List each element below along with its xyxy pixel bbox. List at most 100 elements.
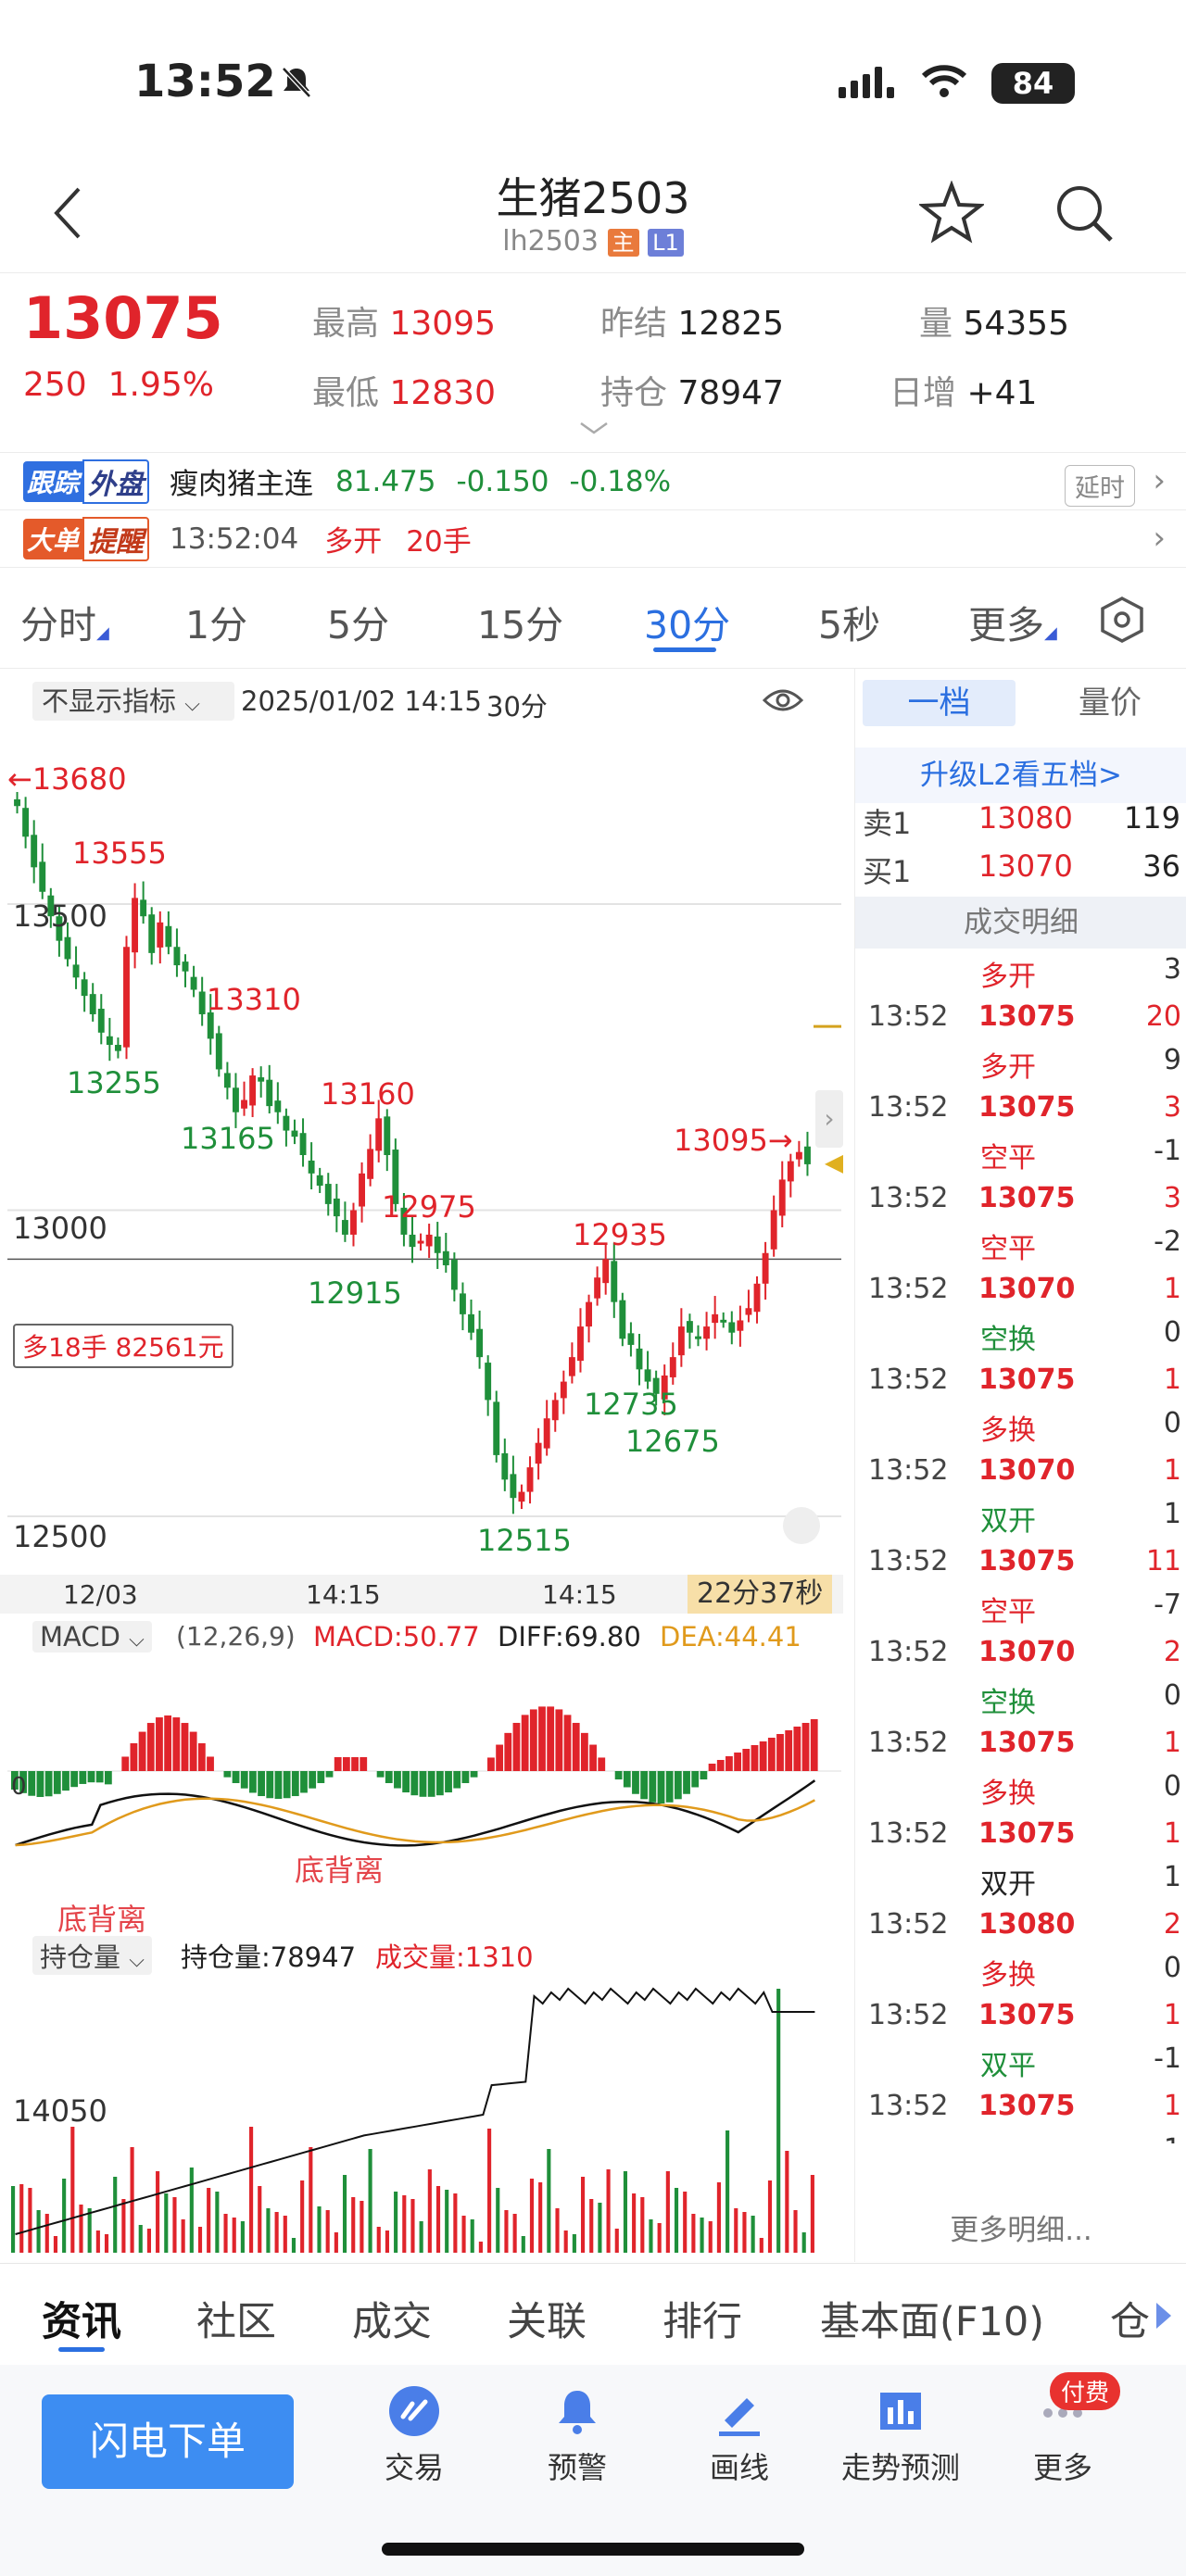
tab-related[interactable]: 关联 (507, 2290, 587, 2347)
candle-body (123, 947, 130, 1048)
quote-panel: 13075 250 1.95% 最高 13095 最低 12830 昨结 128… (0, 273, 1186, 449)
tab-level1[interactable]: 一档 (863, 680, 1016, 726)
volume-bar (793, 2210, 798, 2253)
trade-volume: 1 (1163, 1363, 1181, 1396)
chart-area: 不显示指标 ⌵ 2025/01/02 14:15 30分 13500 13000… (0, 669, 851, 2262)
page-title: 生猪2503 (496, 173, 690, 223)
trade-oi-change: 1 (1163, 1861, 1181, 1893)
tab-1min[interactable]: 1分 (185, 594, 247, 649)
candle-body (560, 1381, 567, 1399)
volume-bar (453, 2193, 458, 2253)
scroll-right-icon[interactable] (1156, 2303, 1171, 2329)
search-icon[interactable] (1052, 181, 1117, 245)
candle-body (140, 899, 147, 917)
paid-badge: 付费 (1050, 2372, 1121, 2410)
status-bar: 13:52 84 (0, 0, 1186, 167)
trade-time: 13:52 (868, 1273, 949, 1305)
eye-icon[interactable] (762, 685, 804, 715)
x-tick-3: 14:15 (542, 1579, 617, 1610)
upgrade-l2-link[interactable]: 升级L2看五档> (855, 748, 1186, 803)
trade-type: 双开 (980, 1868, 1036, 1901)
volume-stat: 量 54355 (919, 296, 1069, 345)
trend-chart-icon (880, 2393, 921, 2430)
candle-body (485, 1363, 492, 1401)
volume-bar (801, 2232, 806, 2253)
macd-dropdown[interactable]: MACD ⌵ (32, 1621, 152, 1652)
candle-body (586, 1301, 592, 1327)
macd-histogram-bar (640, 1771, 649, 1800)
tab-volume-price[interactable]: 量价 (1045, 680, 1175, 726)
draw-button[interactable]: 画线 (670, 2383, 809, 2487)
candle-body (299, 1133, 307, 1155)
macd-histogram-bar (759, 1741, 767, 1771)
track-change: -0.150 (456, 464, 549, 498)
vol-readout: 成交量:1310 (375, 1941, 534, 1973)
volume-bar (785, 2151, 789, 2253)
tab-trades[interactable]: 成交 (352, 2290, 432, 2347)
last-price-arrow (825, 1154, 843, 1174)
flash-order-button[interactable]: 闪电下单 (42, 2394, 294, 2489)
macd-histogram-bar (95, 1771, 104, 1783)
trade-button[interactable]: 交易 (345, 2383, 484, 2487)
candle-body (266, 1079, 273, 1107)
kline-chart[interactable] (7, 743, 851, 1595)
ask-volume: 119 (1123, 800, 1180, 836)
tab-fundamentals[interactable]: 基本面(F10) (820, 2290, 1044, 2347)
track-name: 瘦肉猪主连 (170, 468, 314, 501)
oi-dropdown[interactable]: 持仓量 ⌵ (32, 1936, 152, 1975)
volume-bar (555, 2208, 560, 2253)
tab-news[interactable]: 资讯 (42, 2290, 121, 2352)
tab-community[interactable]: 社区 (196, 2290, 276, 2347)
volume-bar (776, 1989, 781, 2253)
volume-bar (665, 2171, 670, 2253)
candle-body (551, 1400, 559, 1421)
macd-histogram-bar (317, 1771, 325, 1784)
macd-histogram-bar (521, 1715, 529, 1771)
chevron-right-icon: › (1153, 462, 1166, 499)
candle-body (249, 1075, 257, 1106)
macd-chart (7, 1706, 841, 1847)
trend-predict-button[interactable]: 走势预测 (831, 2383, 970, 2487)
macd-histogram-bar (53, 1771, 61, 1794)
settings-hexagon-icon[interactable] (1098, 596, 1146, 644)
macd-histogram-bar (547, 1706, 555, 1771)
candle-body (39, 861, 46, 892)
volume-bar (512, 2214, 517, 2253)
expand-chevron-icon[interactable] (579, 421, 609, 436)
tracking-row[interactable]: 跟踪 外盘 瘦肉猪主连 81.475 -0.150 -0.18% 延时 › (0, 452, 1186, 509)
tab-more[interactable]: 更多◢ (968, 594, 1057, 649)
volume-bar (164, 2193, 169, 2253)
tab-position[interactable]: 仓 (1110, 2290, 1150, 2347)
alert-button[interactable]: 预警 (508, 2383, 647, 2487)
macd-histogram-bar (674, 1771, 682, 1800)
fullscreen-icon[interactable] (783, 1507, 820, 1544)
macd-histogram-bar (360, 1757, 368, 1771)
tab-5min[interactable]: 5分 (327, 594, 389, 649)
collapse-arrow-icon[interactable]: › (815, 1090, 843, 1148)
favorite-star-icon[interactable] (919, 181, 984, 245)
predict-label: 走势预测 (840, 2450, 960, 2485)
tab-30min[interactable]: 30分 (644, 594, 730, 652)
dea-line (15, 1797, 815, 1847)
trade-oi-change: 0 (1163, 1407, 1181, 1439)
tab-intraday[interactable]: 分时◢ (20, 594, 109, 649)
alert-label: 预警 (547, 2450, 607, 2485)
candle-body (165, 925, 172, 948)
trade-row: 13:52 13070 1 空换 0 (855, 1267, 1186, 1358)
big-order-alert-row[interactable]: 大单 提醒 13:52:04 多开 20手 › (0, 509, 1186, 567)
tab-15min[interactable]: 15分 (477, 594, 563, 649)
candle-body (450, 1260, 458, 1290)
trade-volume: 1 (1163, 1999, 1181, 2031)
candle-body (476, 1328, 484, 1358)
trade-list[interactable]: 多开 3 13:52 13075 20 多开 9 13:52 13075 3 空平 -1 13:52 13… (855, 949, 1186, 2143)
position-tag[interactable]: 多18手 82561元 (13, 1324, 233, 1368)
candle-body (291, 1130, 298, 1137)
more-details-link[interactable]: 更多明细... (855, 2206, 1186, 2248)
tab-5sec[interactable]: 5秒 (818, 594, 880, 649)
tab-ranking[interactable]: 排行 (662, 2290, 742, 2347)
trade-type: 空平 (980, 1596, 1036, 1628)
trade-type: 空换 (980, 1324, 1036, 1356)
macd-histogram-bar (785, 1730, 793, 1771)
trade-row: 13:52 13075 11 空平 -7 (855, 1539, 1186, 1630)
indicator-dropdown[interactable]: 不显示指标 ⌵ (32, 682, 234, 721)
